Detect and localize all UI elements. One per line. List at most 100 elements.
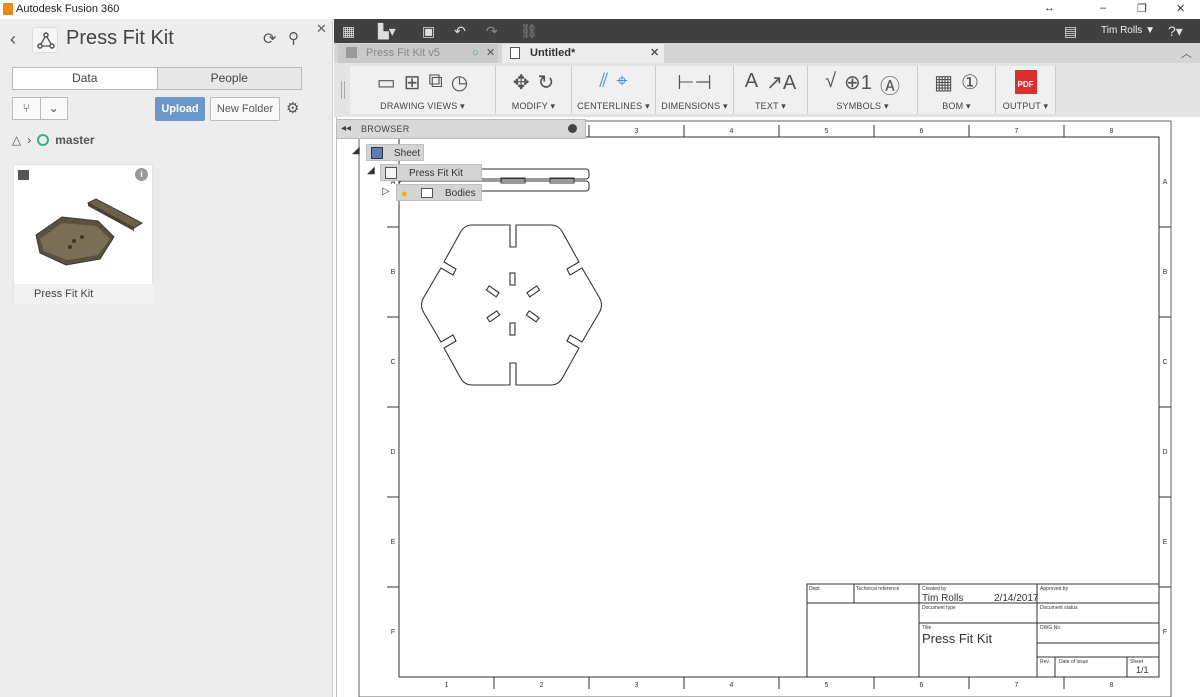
dimensions-group[interactable]: ⊢⊣ DIMENSIONS ▾ — [656, 66, 734, 114]
output-menu[interactable]: OUTPUT ▾ — [996, 101, 1055, 112]
centerlines-menu[interactable]: CENTERLINES ▾ — [572, 101, 655, 112]
close-data-panel-icon[interactable]: ✕ — [316, 21, 327, 37]
zone-col-label: 4 — [730, 128, 734, 135]
chevron-up-icon[interactable]: ︿ — [1181, 45, 1192, 61]
zone-col-label: 3 — [635, 128, 639, 135]
branch-ring-icon — [37, 134, 50, 146]
minimize-browser-icon[interactable] — [568, 124, 577, 133]
maximize-button[interactable]: ❐ — [1137, 2, 1147, 15]
base-view-icon[interactable]: ▭ — [377, 70, 396, 95]
refresh-icon[interactable]: ⟳ — [263, 29, 276, 49]
centerline-icon[interactable]: ⫽ — [599, 70, 608, 93]
detail-view-icon[interactable]: ◷ — [451, 70, 468, 95]
file-thumbnail[interactable] — [14, 165, 154, 283]
file-card[interactable]: Press Fit Kit i — [13, 164, 154, 304]
lightbulb-icon[interactable]: ● — [401, 186, 408, 203]
hub-icon[interactable]: △ — [12, 133, 21, 147]
branch-icon[interactable]: ⑂ — [13, 98, 41, 119]
browser-node-press-fit-kit[interactable]: Press Fit Kit v5:1 — [380, 164, 482, 196]
save-icon[interactable]: ▣ — [422, 23, 435, 40]
move-icon[interactable]: ✥ — [513, 70, 530, 95]
design-cube-icon — [346, 47, 357, 58]
redo-icon[interactable]: ↷ — [486, 23, 498, 40]
chevron-down-icon[interactable]: ⌄ — [41, 98, 68, 119]
view-icon — [385, 167, 397, 179]
output-group[interactable]: PDF OUTPUT ▾ — [996, 66, 1056, 114]
close-tab-icon[interactable]: ✕ — [486, 44, 495, 62]
doc-tab-press-fit-kit[interactable]: Press Fit Kit v5 ○ ✕ — [338, 44, 498, 63]
link-icon[interactable]: ⛓ — [520, 23, 538, 40]
help-icon[interactable]: ?▾ — [1168, 23, 1183, 40]
drawing-toolbar: ▭ ⊞ ⧉ ◷ DRAWING VIEWS ▾ ✥ ↻ MODIFY ▾ ⫽ ⌖ CENT… — [334, 63, 1200, 117]
drawing-views-group[interactable]: ▭ ⊞ ⧉ ◷ DRAWING VIEWS ▾ — [350, 66, 496, 114]
leader-text-icon[interactable]: ↗A — [766, 70, 796, 95]
expand-bodies-icon[interactable]: ▷ — [382, 186, 390, 197]
user-menu[interactable]: Tim Rolls ▼ — [1101, 25, 1155, 36]
restore-size-icon[interactable]: ↔ — [1044, 2, 1055, 14]
breadcrumb-master[interactable]: master — [55, 133, 94, 147]
surface-texture-icon[interactable]: √ — [825, 70, 836, 99]
branch-selector[interactable]: ⑂ ⌄ — [12, 97, 68, 120]
text-menu[interactable]: TEXT ▾ — [734, 101, 807, 112]
drawing-doc-icon — [510, 47, 520, 59]
zone-row-label: D — [390, 449, 395, 456]
datum-identifier-icon[interactable]: Ⓐ — [880, 70, 900, 99]
modify-menu[interactable]: MODIFY ▾ — [496, 101, 571, 112]
date-of-issue-label: Date of issue — [1059, 659, 1088, 665]
symbols-group[interactable]: √ ⊕1 Ⓐ SYMBOLS ▾ — [808, 66, 918, 114]
file-menu-icon[interactable]: ▙▾ — [378, 23, 396, 40]
close-tab-icon[interactable]: ✕ — [650, 44, 659, 62]
project-hub-icon — [32, 27, 58, 53]
fusion-logo-icon — [3, 3, 13, 15]
expand-view-icon[interactable]: ◢ — [367, 165, 375, 176]
toolbar-grip[interactable] — [341, 81, 345, 99]
doc-tab-untitled[interactable]: Untitled* ✕ — [502, 44, 664, 63]
balloon-icon[interactable]: ① — [961, 70, 979, 95]
zone-row-label: C — [1162, 359, 1167, 366]
drawing-views-menu[interactable]: DRAWING VIEWS ▾ — [350, 101, 495, 112]
upload-button[interactable]: Upload — [155, 97, 205, 121]
projected-view-icon[interactable]: ⊞ — [404, 70, 421, 95]
bom-group[interactable]: ▦ ① BOM ▾ — [918, 66, 996, 114]
back-chevron-icon[interactable]: ‹ — [10, 29, 16, 50]
feature-control-frame-icon[interactable]: ⊕1 — [844, 70, 872, 99]
pdf-export-icon[interactable]: PDF — [1014, 70, 1037, 94]
tab-data[interactable]: Data — [13, 68, 158, 89]
drawing-title: Press Fit Kit — [922, 631, 992, 646]
drawing-canvas[interactable]: 12345678345678AABBCCDDEEFF Dept. Technic… — [336, 117, 1200, 697]
browser-node-bodies[interactable]: ● Bodies — [396, 184, 482, 201]
zone-row-label: A — [1163, 179, 1168, 186]
center-mark-icon[interactable]: ⌖ — [616, 70, 627, 93]
dimension-icon[interactable]: ⊢⊣ — [677, 70, 712, 95]
bom-menu[interactable]: BOM ▾ — [918, 101, 995, 112]
info-icon[interactable]: i — [135, 168, 148, 181]
grid-menu-icon[interactable]: ▦ — [342, 23, 355, 40]
dimensions-menu[interactable]: DIMENSIONS ▾ — [656, 101, 733, 112]
browser-panel: ◂◂ BROWSER — [336, 119, 586, 139]
undo-icon[interactable]: ↶ — [454, 23, 466, 40]
gear-icon[interactable]: ⚙ — [286, 99, 299, 117]
text-group[interactable]: A ↗A TEXT ▾ — [734, 66, 808, 114]
text-icon[interactable]: A — [745, 70, 758, 95]
modify-group[interactable]: ✥ ↻ MODIFY ▾ — [496, 66, 572, 114]
rotate-icon[interactable]: ↻ — [538, 70, 555, 95]
collapse-browser-icon[interactable]: ◂◂ — [341, 123, 351, 134]
tab-people[interactable]: People — [158, 68, 302, 89]
centerlines-group[interactable]: ⫽ ⌖ CENTERLINES ▾ — [572, 66, 656, 114]
close-button[interactable]: ✕ — [1176, 2, 1185, 15]
design-cube-icon — [18, 170, 29, 180]
table-icon[interactable]: ▦ — [934, 70, 953, 95]
expand-sheet-icon[interactable]: ◢ — [352, 145, 360, 156]
section-view-icon[interactable]: ⧉ — [428, 70, 442, 95]
symbols-menu[interactable]: SYMBOLS ▾ — [808, 101, 917, 112]
doc-tab-label: Press Fit Kit v5 — [366, 47, 440, 59]
browser-node-sheet[interactable]: Sheet — [366, 144, 424, 161]
browser-node-label: Sheet — [394, 148, 421, 159]
comments-icon[interactable]: ▤ — [1064, 23, 1077, 40]
file-name[interactable]: Press Fit Kit — [14, 284, 154, 304]
minimize-button[interactable]: – — [1100, 2, 1106, 14]
new-folder-button[interactable]: New Folder — [210, 97, 280, 121]
drawing-sheet[interactable]: 1 2 3 4 5 6 7 83 4 5 6 7 8A AB BC CD DE EF F — [337, 117, 1200, 697]
zone-col-label: 7 — [1015, 128, 1019, 135]
search-icon[interactable]: ⚲ — [288, 29, 299, 47]
